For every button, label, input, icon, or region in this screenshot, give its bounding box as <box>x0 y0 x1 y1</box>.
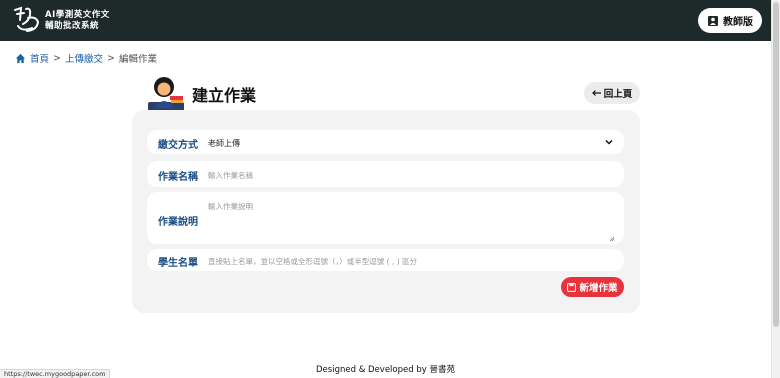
home-icon[interactable] <box>15 53 26 64</box>
submit-method-label: 繳交方式 <box>158 140 198 151</box>
back-button[interactable]: 回上頁 <box>584 82 640 104</box>
footer-credit: Designed & Developed by 晉書苑 <box>316 365 455 375</box>
logo-text[interactable]: AI學測英文作文 輔助批改系統 <box>45 10 110 32</box>
breadcrumb-home[interactable]: 首頁 <box>30 51 49 65</box>
teacher-version-label: 教師版 <box>723 17 753 28</box>
teacher-avatar <box>148 77 184 112</box>
add-assignment-button[interactable]: 新增作業 <box>561 277 624 297</box>
resize-grip-icon[interactable] <box>609 236 615 242</box>
breadcrumb-separator: > <box>53 52 61 64</box>
logo-mark[interactable] <box>12 6 42 34</box>
student-list-field[interactable]: 學生名單 直接貼上名單，並以空格或全形逗號（，）或半型逗號 ( , ) 區分 <box>147 249 624 271</box>
assignment-form: 繳交方式 老師上傳 作業名稱 輸入作業名稱 作業說明 輸入作業說明 學生名單 直… <box>132 110 640 313</box>
back-button-label: 回上頁 <box>603 89 633 100</box>
chevron-down-icon <box>605 139 613 145</box>
assignment-name-field[interactable]: 作業名稱 輸入作業名稱 <box>147 161 624 187</box>
submit-method-value: 老師上傳 <box>208 139 240 148</box>
status-bar-url: https://twec.mygoodpaper.com <box>0 369 111 378</box>
back-arrow-icon <box>591 90 601 96</box>
assignment-name-placeholder: 輸入作業名稱 <box>208 171 253 180</box>
logo-line2: 輔助批改系統 <box>45 21 100 31</box>
save-icon <box>567 282 577 292</box>
page-header: 建立作業 回上頁 <box>146 74 640 112</box>
assignment-name-label: 作業名稱 <box>158 172 198 183</box>
page-title: 建立作業 <box>192 86 257 105</box>
breadcrumb-separator: > <box>107 52 115 64</box>
add-assignment-label: 新增作業 <box>579 283 618 294</box>
page-scrollbar[interactable] <box>771 0 780 378</box>
student-list-placeholder: 直接貼上名單，並以空格或全形逗號（，）或半型逗號 ( , ) 區分 <box>208 257 418 266</box>
assignment-description-label: 作業說明 <box>158 217 198 228</box>
breadcrumb: 首頁 > 上傳繳交 > 編輯作業 <box>15 51 157 65</box>
breadcrumb-current: 編輯作業 <box>118 54 157 65</box>
scrollbar-thumb[interactable] <box>773 2 779 327</box>
logo-line1: AI學測英文作文 <box>45 10 110 20</box>
assignment-description-placeholder: 輸入作業說明 <box>208 202 253 211</box>
teacher-version-button[interactable]: 教師版 <box>698 8 762 33</box>
submit-method-select[interactable]: 繳交方式 老師上傳 <box>147 130 624 154</box>
assignment-description-field[interactable]: 作業說明 輸入作業說明 <box>147 192 624 244</box>
teacher-book-icon <box>708 15 718 26</box>
top-navbar: AI學測英文作文 輔助批改系統 教師版 <box>0 0 771 41</box>
breadcrumb-upload[interactable]: 上傳繳交 <box>65 51 103 65</box>
student-list-label: 學生名單 <box>158 258 198 269</box>
